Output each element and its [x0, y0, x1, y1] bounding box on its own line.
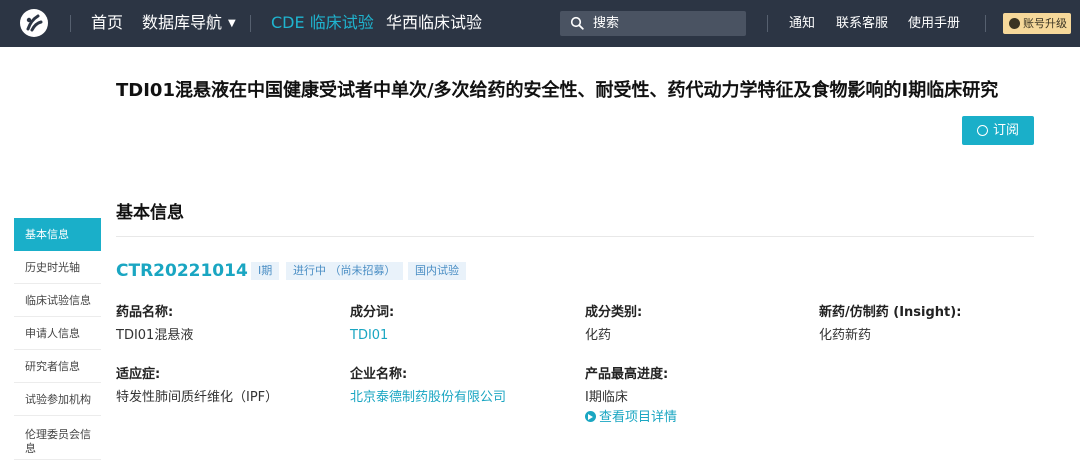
top-navbar: 首页 数据库导航 ▼ CDE 临床试验 华西临床试验 搜索 通知 联系客服 使用手…	[0, 0, 1080, 47]
upgrade-icon	[1009, 18, 1020, 29]
section-divider	[116, 236, 1034, 237]
chevron-down-icon: ▼	[228, 18, 236, 29]
view-project-details-link[interactable]: 查看项目详情	[585, 409, 677, 426]
nav-cde-trials[interactable]: CDE 临床试验	[271, 13, 374, 33]
upgrade-label: 账号升级	[1023, 17, 1067, 30]
sidebar-item-ethics-committee[interactable]: 伦理委员会信息	[14, 416, 101, 460]
contact-support-link[interactable]: 联系客服	[836, 15, 888, 32]
sidebar-item-applicant-info[interactable]: 申请人信息	[14, 317, 101, 350]
page-title: TDI01混悬液在中国健康受试者中单次/多次给药的安全性、耐受性、药代动力学特征…	[116, 80, 999, 101]
nav-database[interactable]: 数据库导航 ▼	[142, 13, 236, 36]
sidebar-item-basic-info[interactable]: 基本信息	[14, 218, 101, 251]
sidebar-item-trial-info[interactable]: 临床试验信息	[14, 284, 101, 317]
arrow-circle-icon	[585, 411, 596, 422]
search-placeholder: 搜索	[593, 16, 620, 31]
status-tag: 进行中 （尚未招募）	[286, 262, 403, 280]
ingredient-category-label: 成分类别:	[585, 305, 643, 320]
subscribe-icon	[977, 125, 988, 136]
search-input[interactable]: 搜索	[560, 11, 746, 36]
divider	[250, 15, 251, 32]
subscribe-label: 订阅	[993, 123, 1020, 138]
company-label: 企业名称:	[350, 367, 408, 382]
sidebar-item-sites[interactable]: 试验参加机构	[14, 383, 101, 416]
drug-type-label: 新药/仿制药 (Insight):	[819, 305, 962, 320]
ingredient-link[interactable]: TDI01	[350, 327, 388, 344]
divider	[767, 15, 768, 32]
divider	[985, 15, 986, 32]
indication-label: 适应症:	[116, 367, 161, 382]
divider	[70, 15, 71, 32]
sidebar-item-investigator-info[interactable]: 研究者信息	[14, 350, 101, 383]
drug-type-value: 化药新药	[819, 328, 872, 343]
nav-huaxi-trials[interactable]: 华西临床试验	[386, 13, 482, 33]
upgrade-account-button[interactable]: 账号升级	[1003, 13, 1071, 34]
view-project-details-label: 查看项目详情	[599, 410, 678, 425]
indication-value: 特发性肺间质纤维化（IPF）	[116, 390, 279, 405]
highest-progress-label: 产品最高进度:	[585, 367, 669, 382]
ingredient-category-value: 化药	[585, 328, 612, 343]
ingredient-label: 成分词:	[350, 305, 395, 320]
company-link[interactable]: 北京泰德制药股份有限公司	[350, 389, 506, 406]
trial-id: CTR20221014	[116, 261, 248, 281]
subscribe-button[interactable]: 订阅	[962, 116, 1034, 145]
scope-tag: 国内试验	[408, 262, 466, 280]
highest-progress-value: I期临床	[585, 390, 628, 405]
notifications-link[interactable]: 通知	[789, 15, 815, 32]
section-title: 基本信息	[116, 203, 184, 223]
search-icon	[570, 16, 584, 30]
user-manual-link[interactable]: 使用手册	[908, 15, 960, 32]
logo-icon[interactable]	[20, 9, 48, 37]
sidebar-item-timeline[interactable]: 历史时光轴	[14, 251, 101, 284]
drug-name-label: 药品名称:	[116, 305, 174, 320]
drug-name-value: TDI01混悬液	[116, 328, 194, 343]
nav-database-label: 数据库导航	[142, 13, 223, 32]
phase-tag: I期	[251, 262, 280, 280]
nav-home[interactable]: 首页	[91, 13, 123, 33]
